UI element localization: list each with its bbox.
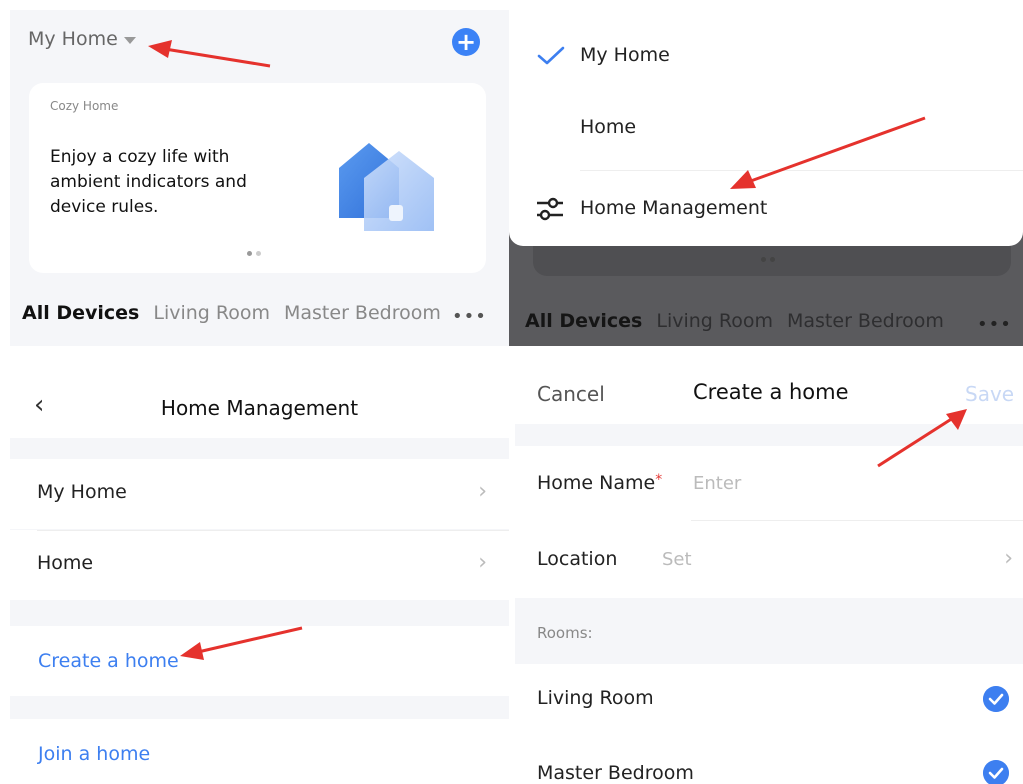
save-button[interactable]: Save (965, 382, 1014, 406)
home-management-panel: ‹ Home Management My Home › Home › Creat… (10, 366, 509, 784)
home-name-label-text: Home Name (537, 472, 656, 494)
carousel-dot (256, 251, 261, 256)
tab-all-devices[interactable]: All Devices (22, 302, 139, 324)
menu-item-home[interactable]: Home (580, 116, 636, 138)
home-selector[interactable]: My Home (28, 28, 136, 50)
home-dropdown-menu: My Home Home Home Management (509, 10, 1023, 246)
carousel-dot (770, 257, 775, 262)
check-circle-icon[interactable] (983, 760, 1009, 784)
room-item-living-room[interactable]: Living Room (515, 664, 1023, 734)
create-home-link[interactable]: Create a home (38, 650, 179, 672)
check-icon (537, 46, 565, 65)
sliders-icon (537, 197, 563, 221)
home-dropdown-panel: All Devices Living Room Master Bedroom •… (509, 10, 1023, 346)
banner-subtitle: Cozy Home (50, 99, 119, 113)
room-label: Master Bedroom (537, 762, 694, 784)
required-marker: * (655, 472, 663, 488)
cancel-button[interactable]: Cancel (537, 382, 605, 406)
home-name-label: Home Name* (537, 472, 662, 494)
carousel-indicator (247, 251, 261, 256)
list-item-home[interactable]: Home › (10, 530, 509, 600)
carousel-dot (247, 251, 252, 256)
tab-master-bedroom[interactable]: Master Bedroom (787, 310, 944, 332)
caret-down-icon (123, 37, 136, 44)
menu-item-home-management[interactable]: Home Management (580, 197, 767, 219)
rooms-label: Rooms: (537, 624, 593, 642)
chevron-right-icon[interactable]: › (1004, 546, 1013, 571)
list-item-label: My Home (37, 481, 127, 503)
tab-living-room[interactable]: Living Room (153, 302, 270, 324)
room-tabs: All Devices Living Room Master Bedroom (525, 310, 944, 332)
form-section: Home Name* Enter Location Set › (515, 446, 1023, 598)
check-circle-icon[interactable] (983, 686, 1009, 712)
more-icon[interactable]: ••• (977, 314, 1012, 335)
location-input[interactable]: Set (662, 549, 692, 570)
room-label: Living Room (537, 687, 654, 709)
chevron-right-icon: › (478, 550, 487, 575)
home-selector-label: My Home (28, 28, 118, 50)
join-home-link[interactable]: Join a home (38, 743, 150, 765)
more-icon[interactable]: ••• (452, 306, 487, 327)
carousel-indicator (761, 257, 775, 262)
tab-living-room[interactable]: Living Room (656, 310, 773, 332)
create-home-row[interactable]: Create a home (10, 626, 509, 696)
banner-card[interactable]: Cozy Home Enjoy a cozy life with ambient… (29, 83, 486, 273)
plus-circle-icon[interactable]: + (452, 28, 480, 56)
chevron-right-icon: › (478, 479, 487, 504)
header: Cancel Create a home Save (515, 366, 1023, 424)
create-home-panel: Cancel Create a home Save Home Name* Ent… (515, 366, 1023, 784)
tab-master-bedroom[interactable]: Master Bedroom (284, 302, 441, 324)
page-title: Home Management (160, 396, 359, 420)
join-home-row[interactable]: Join a home (10, 719, 509, 784)
banner-text: Enjoy a cozy life with ambient indicator… (50, 147, 247, 217)
list-item-my-home[interactable]: My Home › (10, 459, 509, 529)
room-tabs: All Devices Living Room Master Bedroom (22, 302, 441, 324)
list-item-label: Home (37, 552, 94, 574)
carousel-dot (761, 257, 766, 262)
form-divider (691, 520, 1023, 521)
room-item-master-bedroom[interactable]: Master Bedroom (515, 734, 1023, 784)
home-screen-panel: My Home + Cozy Home Enjoy a cozy life wi… (10, 10, 509, 346)
page-title: Create a home (693, 380, 849, 404)
tab-all-devices[interactable]: All Devices (525, 310, 642, 332)
menu-divider (580, 170, 1023, 171)
house-illustration-icon (339, 143, 434, 231)
menu-item-my-home[interactable]: My Home (580, 44, 670, 66)
location-label: Location (537, 548, 618, 570)
header: ‹ Home Management (10, 366, 509, 438)
list-divider (37, 530, 509, 531)
home-name-input[interactable]: Enter (693, 473, 741, 494)
